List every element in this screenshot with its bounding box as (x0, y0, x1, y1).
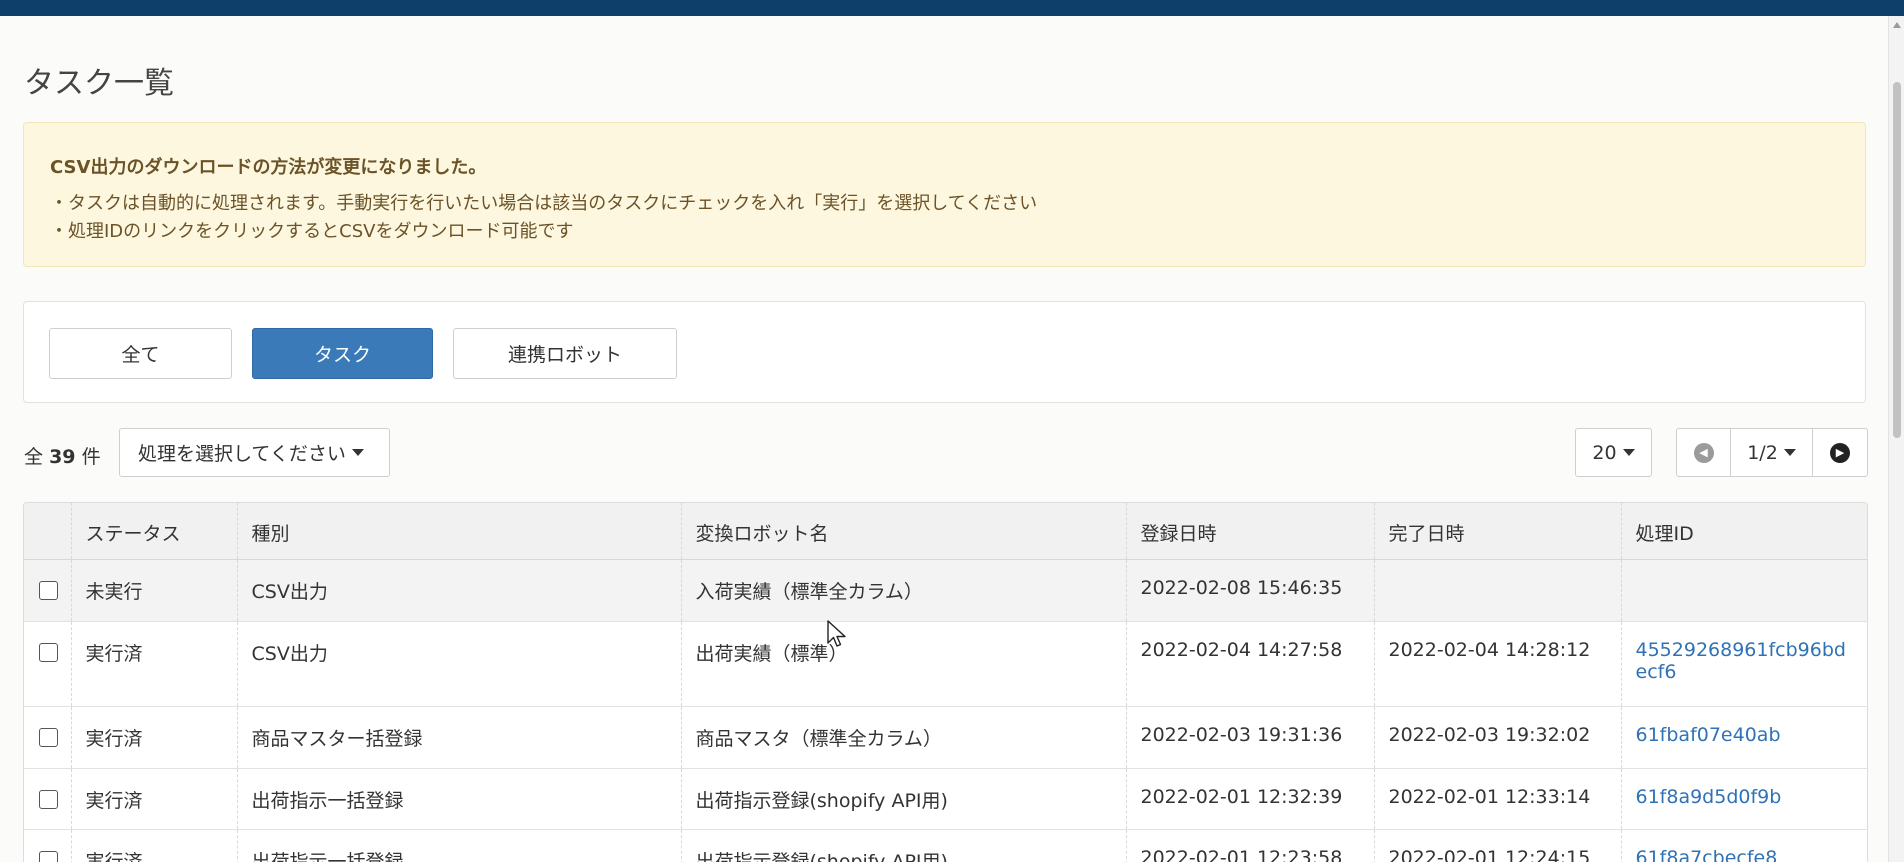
page-indicator: 1/2 (1747, 441, 1778, 464)
cell-registered-at: 2022-02-01 12:23:58 (1125, 829, 1374, 862)
notice-line: ・処理IDのリンクをクリックするとCSVをダウンロード可能です (50, 221, 574, 242)
cell-process-id: 61f8a9d5d0f9b (1620, 768, 1867, 829)
row-checkbox[interactable] (39, 727, 58, 747)
cell-robot-name: 出荷指示登録(shopify API用) (680, 829, 1126, 862)
cell-type: 商品マスター括登録 (236, 706, 681, 768)
cell-process-id (1620, 559, 1867, 621)
mouse-pointer-icon (827, 620, 846, 647)
process-id-link[interactable]: 61f8a9d5d0f9b (1636, 786, 1782, 808)
filter-panel: 全て タスク 連携ロボット (23, 301, 1866, 403)
pagination: ◀ 1/2 ▶ (1676, 428, 1868, 477)
caret-down-icon (1783, 449, 1796, 456)
chevron-left-circle-icon: ◀ (1693, 442, 1714, 463)
cell-status: 実行済 (70, 768, 237, 829)
notice-box: CSV出力のダウンロードの方法が変更になりました。 ・タスクは自動的に処理されま… (23, 122, 1866, 267)
cell-status: 実行済 (70, 621, 237, 706)
filter-all-button[interactable]: 全て (49, 328, 232, 379)
cell-completed-at: 2022-02-04 14:28:12 (1373, 621, 1621, 706)
cell-status: 未実行 (70, 559, 237, 621)
cell-type: 出荷指示一括登録 (236, 768, 681, 829)
action-select[interactable]: 処理を選択してください (119, 428, 390, 477)
count-value: 39 (49, 446, 76, 468)
caret-down-icon (351, 449, 364, 456)
process-id-link[interactable]: 61f8a7cbecfe8 (1636, 847, 1778, 862)
cell-process-id: 61f8a7cbecfe8 (1620, 829, 1867, 862)
scrollbar-thumb[interactable] (1893, 82, 1901, 438)
row-checkbox-cell (24, 768, 71, 829)
page-title: タスク一覧 (24, 66, 174, 101)
cell-process-id: 45529268961fcb96bdecf6 (1620, 621, 1867, 706)
cell-registered-at: 2022-02-01 12:32:39 (1125, 768, 1374, 829)
row-checkbox-cell (24, 559, 71, 621)
column-header-robot-name[interactable]: 変換ロボット名 (680, 503, 1126, 560)
cell-registered-at: 2022-02-04 14:27:58 (1125, 621, 1374, 706)
per-page-select[interactable]: 20 (1575, 428, 1652, 477)
count-suffix: 件 (81, 446, 101, 468)
column-header-registered-at[interactable]: 登録日時 (1125, 503, 1374, 560)
cell-type: 出荷指示一括登録 (236, 829, 681, 862)
row-checkbox[interactable] (39, 642, 58, 662)
cell-type: CSV出力 (236, 621, 681, 706)
per-page-value: 20 (1592, 441, 1617, 464)
process-id-link[interactable]: 45529268961fcb96bdecf6 (1636, 639, 1846, 683)
cell-registered-at: 2022-02-08 15:46:35 (1125, 559, 1374, 621)
cell-robot-name: 出荷実績（標準） (680, 621, 1126, 706)
notice-title: CSV出力のダウンロードの方法が変更になりました。 (50, 157, 487, 178)
cell-status: 実行済 (70, 706, 237, 768)
row-checkbox[interactable] (39, 789, 58, 809)
column-header-type[interactable]: 種別 (236, 503, 681, 560)
table-row[interactable]: 未実行 CSV出力 入荷実績（標準全カラム） 2022-02-08 15:46:… (24, 559, 1867, 621)
column-header-process-id[interactable]: 処理ID (1620, 503, 1867, 560)
process-id-link[interactable]: 61fbaf07e40ab (1636, 724, 1781, 746)
caret-down-icon (1622, 449, 1635, 456)
cell-registered-at: 2022-02-03 19:31:36 (1125, 706, 1374, 768)
previous-page-button[interactable]: ◀ (1677, 429, 1731, 476)
cell-completed-at: 2022-02-01 12:24:15 (1373, 829, 1621, 862)
cell-robot-name: 入荷実績（標準全カラム） (680, 559, 1126, 621)
row-checkbox-cell (24, 621, 71, 706)
action-select-label: 処理を選択してください (138, 443, 346, 465)
top-navbar (0, 0, 1904, 16)
table-row[interactable]: 実行済 出荷指示一括登録 出荷指示登録(shopify API用) 2022-0… (24, 768, 1867, 829)
table-header-row: ステータス 種別 変換ロボット名 登録日時 完了日時 処理ID (24, 503, 1867, 560)
header-checkbox-column (24, 503, 71, 560)
next-page-button[interactable]: ▶ (1813, 429, 1867, 476)
table-row[interactable]: 実行済 出荷指示一括登録 出荷指示登録(shopify API用) 2022-0… (24, 829, 1867, 862)
row-checkbox-cell (24, 829, 71, 862)
cell-type: CSV出力 (236, 559, 681, 621)
column-header-completed-at[interactable]: 完了日時 (1373, 503, 1621, 560)
filter-robot-button[interactable]: 連携ロボット (453, 328, 677, 379)
scroll-up-arrow-icon[interactable] (1893, 22, 1901, 28)
filter-task-button[interactable]: タスク (252, 328, 433, 379)
table-row[interactable]: 実行済 商品マスター括登録 商品マスタ（標準全カラム） 2022-02-03 1… (24, 706, 1867, 768)
total-count: 全 39 件 (24, 442, 101, 469)
count-prefix: 全 (24, 446, 44, 468)
row-checkbox[interactable] (39, 850, 58, 862)
cell-status: 実行済 (70, 829, 237, 862)
table-row[interactable]: 実行済 CSV出力 出荷実績（標準） 2022-02-04 14:27:58 2… (24, 621, 1867, 706)
page-select[interactable]: 1/2 (1731, 429, 1813, 476)
page-scrollbar[interactable] (1888, 16, 1904, 862)
column-header-status[interactable]: ステータス (70, 503, 237, 560)
cell-process-id: 61fbaf07e40ab (1620, 706, 1867, 768)
chevron-right-circle-icon: ▶ (1830, 442, 1850, 463)
row-checkbox-cell (24, 706, 71, 768)
cell-robot-name: 出荷指示登録(shopify API用) (680, 768, 1126, 829)
notice-line: ・タスクは自動的に処理されます。手動実行を行いたい場合は該当のタスクにチェックを… (50, 193, 1038, 214)
cell-completed-at (1373, 559, 1621, 621)
cell-completed-at: 2022-02-03 19:32:02 (1373, 706, 1621, 768)
task-table: ステータス 種別 変換ロボット名 登録日時 完了日時 処理ID 未実行 CSV出… (23, 502, 1868, 862)
row-checkbox[interactable] (39, 580, 58, 600)
cell-completed-at: 2022-02-01 12:33:14 (1373, 768, 1621, 829)
cell-robot-name: 商品マスタ（標準全カラム） (680, 706, 1126, 768)
